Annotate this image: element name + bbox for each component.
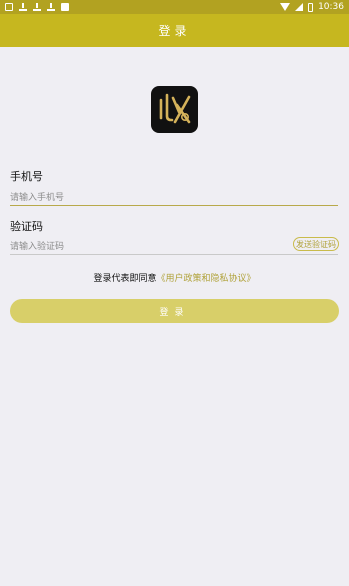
send-code-button[interactable]: 发送验证码	[293, 237, 339, 251]
box-icon	[61, 3, 69, 11]
app-logo-icon	[151, 86, 198, 133]
status-time: 10:36	[318, 2, 344, 12]
code-input[interactable]	[10, 239, 290, 255]
header: 登录	[0, 14, 349, 47]
phone-label: 手机号	[10, 170, 43, 183]
wifi-icon	[280, 3, 291, 11]
login-button[interactable]: 登录	[10, 299, 339, 323]
download-icon	[19, 3, 27, 11]
status-bar: 10:36	[0, 0, 349, 14]
download-icon	[33, 3, 41, 11]
system-icons: 10:36	[280, 2, 344, 12]
policy-link[interactable]: 《用户政策和隐私协议》	[157, 274, 256, 284]
code-label: 验证码	[10, 220, 43, 233]
code-underline	[10, 254, 338, 255]
page-title: 登录	[158, 24, 191, 38]
phone-input[interactable]	[10, 190, 338, 206]
image-icon	[5, 3, 13, 11]
phone-underline	[10, 205, 338, 206]
battery-icon	[308, 2, 314, 12]
agreement-text: 登录代表即同意《用户政策和隐私协议》	[0, 271, 349, 284]
agreement-prefix: 登录代表即同意	[93, 274, 157, 284]
notification-icons	[5, 3, 69, 11]
download-icon	[47, 3, 55, 11]
signal-icon	[295, 3, 304, 11]
